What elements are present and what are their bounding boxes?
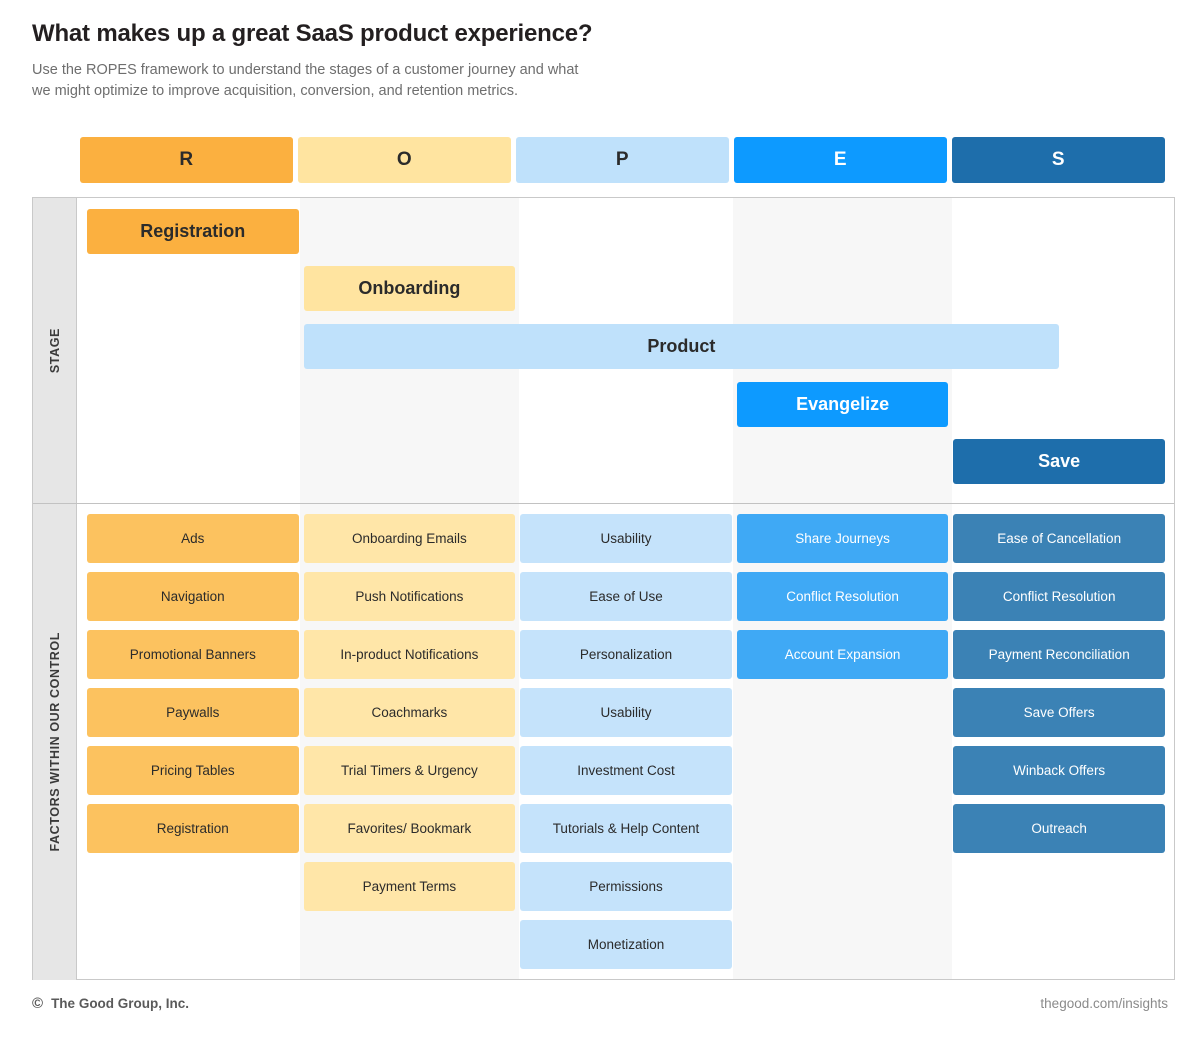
factor-chip[interactable]: Promotional Banners [87, 630, 299, 679]
factors-section: FACTORS WITHIN OUR CONTROL Ads Navigation… [33, 504, 1174, 980]
factor-chip[interactable]: Investment Cost [520, 746, 732, 795]
column-header-o: O [298, 137, 511, 183]
factor-chip[interactable]: Save Offers [953, 688, 1165, 737]
factor-chip[interactable]: Ads [87, 514, 299, 563]
factor-chip[interactable]: Ease of Use [520, 572, 732, 621]
website-link[interactable]: thegood.com/insights [1040, 996, 1168, 1011]
column-header-row: ROPES [80, 137, 1165, 183]
factor-chip[interactable]: Account Expansion [736, 630, 949, 679]
ropes-matrix: STAGE Registration Onboarding Product Evang… [32, 197, 1175, 980]
page-title: What makes up a great SaaS product exper… [32, 20, 593, 47]
column-header-e: E [734, 137, 947, 183]
stage-bar-product[interactable]: Product [303, 324, 1060, 369]
factor-chip[interactable]: Usability [520, 688, 732, 737]
factor-chip[interactable]: Registration [87, 804, 299, 853]
subtitle-line-2: we might optimize to improve acquisition… [32, 83, 518, 99]
copyright-icon: © [32, 995, 44, 1012]
stage-bars-area: Registration Onboarding Product Evangelize S… [78, 198, 1174, 503]
factor-chip[interactable]: Pricing Tables [87, 746, 299, 795]
factor-chip[interactable]: Winback Offers [953, 746, 1165, 795]
factors-column-e: Share Journeys Conflict Resolution Account… [736, 514, 949, 969]
factor-chip[interactable]: Permissions [520, 862, 732, 911]
factor-chip[interactable]: Onboarding Emails [303, 514, 516, 563]
factor-chip[interactable]: Push Notifications [303, 572, 516, 621]
factor-chip[interactable]: Ease of Cancellation [953, 514, 1165, 563]
factors-column-s: Ease of Cancellation Conflict Resolution P… [953, 514, 1165, 969]
factor-chip[interactable]: Tutorials & Help Content [520, 804, 732, 853]
column-header-r: R [80, 137, 293, 183]
copyright: © The Good Group, Inc. [32, 995, 189, 1012]
stage-rail-label: STAGE [33, 198, 77, 503]
factor-chip[interactable]: In-product Notifications [303, 630, 516, 679]
factor-chip[interactable]: Share Journeys [736, 514, 949, 563]
subtitle-line-1: Use the ROPES framework to understand th… [32, 62, 579, 78]
factor-chip[interactable]: Trial Timers & Urgency [303, 746, 516, 795]
ropes-framework-infographic: What makes up a great SaaS product exper… [0, 0, 1200, 1046]
stage-section: STAGE Registration Onboarding Product Evang… [33, 198, 1174, 503]
page-subtitle: Use the ROPES framework to understand th… [32, 60, 732, 102]
factor-chip[interactable]: Monetization [520, 920, 732, 969]
copyright-text: The Good Group, Inc. [51, 996, 190, 1011]
stage-bar-onboarding[interactable]: Onboarding [303, 266, 516, 311]
factor-chip[interactable]: Coachmarks [303, 688, 516, 737]
stage-bar-registration[interactable]: Registration [87, 209, 299, 254]
factor-chip[interactable]: Paywalls [87, 688, 299, 737]
column-header-p: P [516, 137, 729, 183]
stage-bar-save[interactable]: Save [953, 439, 1165, 484]
factor-chip[interactable]: Payment Terms [303, 862, 516, 911]
factors-column-p: Usability Ease of Use Personalization Usabi… [520, 514, 732, 969]
factor-chip[interactable]: Favorites/ Bookmark [303, 804, 516, 853]
stage-bar-evangelize[interactable]: Evangelize [736, 382, 949, 427]
factor-chip[interactable]: Payment Reconciliation [953, 630, 1165, 679]
factors-column-o: Onboarding Emails Push Notifications In-pr… [303, 514, 516, 969]
factor-chip[interactable]: Usability [520, 514, 732, 563]
factors-rail-label: FACTORS WITHIN OUR CONTROL [33, 504, 77, 980]
factor-chip[interactable]: Navigation [87, 572, 299, 621]
factors-column-r: Ads Navigation Promotional Banners Paywalls… [87, 514, 299, 969]
factor-chip[interactable]: Personalization [520, 630, 732, 679]
factors-columns-area: Ads Navigation Promotional Banners Paywalls… [78, 504, 1174, 979]
factor-chip[interactable]: Conflict Resolution [736, 572, 949, 621]
factor-chip[interactable]: Outreach [953, 804, 1165, 853]
column-header-s: S [952, 137, 1165, 183]
footer: © The Good Group, Inc. thegood.com/insig… [32, 995, 1168, 1012]
factor-chip[interactable]: Conflict Resolution [953, 572, 1165, 621]
